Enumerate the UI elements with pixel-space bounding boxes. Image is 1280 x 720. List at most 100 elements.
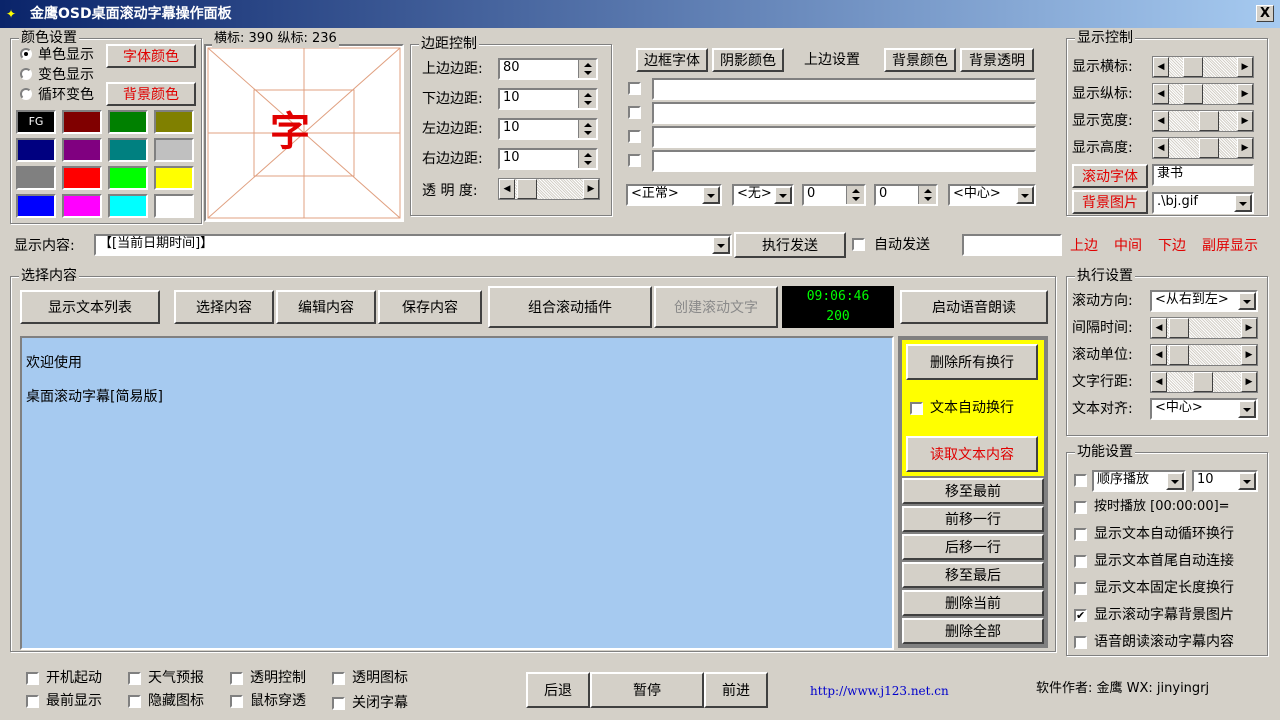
website-link[interactable]: http://www.j123.net.cn [810, 682, 949, 700]
line1-input[interactable] [652, 78, 1036, 100]
voice-read-button[interactable]: 启动语音朗读 [900, 290, 1048, 324]
order-num-select[interactable]: 10 [1192, 470, 1258, 492]
display-ht-right-arrow[interactable]: ▶ [1237, 138, 1253, 158]
display-v-left-arrow[interactable]: ◀ [1153, 84, 1169, 104]
topmost-checkbox[interactable] [26, 695, 39, 708]
opt3-checkbox[interactable] [1074, 582, 1087, 595]
scroll-dir-select[interactable]: <从右到左> [1150, 290, 1258, 312]
line2-input[interactable] [652, 102, 1036, 124]
scroll-unit-right-arrow[interactable]: ▶ [1241, 345, 1257, 365]
style-select[interactable]: <正常> [626, 184, 722, 206]
display-v-slider[interactable]: ◀ ▶ [1152, 83, 1254, 105]
line1-checkbox[interactable] [628, 82, 641, 95]
display-v-right-arrow[interactable]: ▶ [1237, 84, 1253, 104]
border-font-button[interactable]: 边框字体 [636, 48, 708, 72]
top-margin-input[interactable]: 80 [498, 58, 598, 80]
scroll-unit-left-arrow[interactable]: ◀ [1151, 345, 1167, 365]
shadow-color-button[interactable]: 阴影颜色 [712, 48, 784, 72]
show-text-list-button[interactable]: 显示文本列表 [20, 290, 160, 324]
color-swatch[interactable] [62, 166, 102, 190]
pos-mid-link[interactable]: 中间 [1114, 237, 1142, 255]
opt5-checkbox[interactable] [1074, 636, 1087, 649]
bg-color-effect-button[interactable]: 背景颜色 [884, 48, 956, 72]
scroll-dir-arrow[interactable] [1238, 292, 1256, 310]
color-swatch[interactable] [16, 138, 56, 162]
order-play-select[interactable]: 顺序播放 [1092, 470, 1186, 492]
order-play-arrow[interactable] [1166, 472, 1184, 490]
close-subtitle-checkbox[interactable] [332, 697, 345, 710]
color-swatch[interactable] [62, 194, 102, 218]
style-select-arrow[interactable] [702, 186, 720, 204]
opt4-checkbox[interactable]: ✔ [1074, 609, 1087, 622]
save-content-button[interactable]: 保存内容 [378, 290, 482, 324]
delete-all-button[interactable]: 删除全部 [902, 618, 1044, 644]
offset2-input[interactable]: 0 [874, 184, 938, 206]
line-spacing-right-arrow[interactable]: ▶ [1241, 372, 1257, 392]
combo-plugin-button[interactable]: 组合滚动插件 [488, 286, 652, 328]
pos-top-link[interactable]: 上边 [1070, 237, 1098, 255]
order-play-checkbox[interactable] [1074, 474, 1087, 487]
opacity-thumb[interactable] [517, 179, 537, 199]
forward-button[interactable]: 前进 [704, 672, 768, 708]
bottom-margin-input[interactable]: 10 [498, 88, 598, 110]
pos-bottom-link[interactable]: 下边 [1158, 237, 1186, 255]
color-swatch[interactable] [108, 110, 148, 134]
delete-current-button[interactable]: 删除当前 [902, 590, 1044, 616]
content-select[interactable]: 【[当前日期时间]】 [94, 234, 732, 256]
color-swatch[interactable] [154, 138, 194, 162]
scroll-font-button[interactable]: 滚动字体 [1072, 164, 1148, 188]
radio-cycle-color[interactable] [20, 88, 32, 100]
mouse-through-checkbox[interactable] [230, 695, 243, 708]
delete-newlines-button[interactable]: 删除所有换行 [906, 344, 1038, 380]
back-button[interactable]: 后退 [526, 672, 590, 708]
radio-single-color[interactable] [20, 48, 32, 60]
color-swatch[interactable] [16, 166, 56, 190]
order-num-arrow[interactable] [1238, 472, 1256, 490]
content-select-arrow[interactable] [712, 236, 730, 254]
line-spacing-thumb[interactable] [1193, 372, 1213, 392]
pos-sub-link[interactable]: 副屏显示 [1202, 237, 1258, 255]
color-swatch[interactable] [154, 166, 194, 190]
opacity-left-arrow[interactable]: ◀ [499, 179, 515, 199]
line2-checkbox[interactable] [628, 106, 641, 119]
display-w-right-arrow[interactable]: ▶ [1237, 111, 1253, 131]
color-swatch[interactable] [62, 138, 102, 162]
opt1-checkbox[interactable] [1074, 528, 1087, 541]
transparent-icon-checkbox[interactable] [332, 672, 345, 685]
bg-image-button[interactable]: 背景图片 [1072, 190, 1148, 214]
interval-slider[interactable]: ◀ ▶ [1150, 317, 1258, 339]
read-text-button[interactable]: 读取文本内容 [906, 436, 1038, 472]
color-swatch-fg[interactable]: FG [16, 110, 56, 134]
effect-select-arrow[interactable] [774, 186, 792, 204]
right-margin-input[interactable]: 10 [498, 148, 598, 170]
pause-button[interactable]: 暂停 [590, 672, 704, 708]
effect-select[interactable]: <无> [732, 184, 794, 206]
color-swatch[interactable] [108, 166, 148, 190]
scroll-unit-thumb[interactable] [1169, 345, 1189, 365]
weather-checkbox[interactable] [128, 672, 141, 685]
auto-wrap-checkbox[interactable] [910, 402, 923, 415]
display-ht-left-arrow[interactable]: ◀ [1153, 138, 1169, 158]
move-down-button[interactable]: 后移一行 [902, 534, 1044, 560]
color-swatch[interactable] [154, 110, 194, 134]
text-content-area[interactable]: 欢迎使用 桌面滚动字幕[简易版] [20, 336, 894, 650]
line-spacing-left-arrow[interactable]: ◀ [1151, 372, 1167, 392]
display-w-slider[interactable]: ◀ ▶ [1152, 110, 1254, 132]
line4-checkbox[interactable] [628, 154, 641, 167]
close-button[interactable]: X [1256, 5, 1274, 22]
line4-input[interactable] [652, 150, 1036, 172]
font-color-button[interactable]: 字体颜色 [106, 44, 196, 68]
position-select[interactable]: <中心> [948, 184, 1036, 206]
bg-color-button[interactable]: 背景颜色 [106, 82, 196, 106]
font-name-input[interactable]: 隶书 [1152, 164, 1254, 186]
interval-right-arrow[interactable]: ▶ [1241, 318, 1257, 338]
color-swatch[interactable] [108, 194, 148, 218]
transparent-ctrl-checkbox[interactable] [230, 672, 243, 685]
interval-left-arrow[interactable]: ◀ [1151, 318, 1167, 338]
display-ht-slider[interactable]: ◀ ▶ [1152, 137, 1254, 159]
top-margin-spinner[interactable] [578, 60, 596, 78]
scroll-unit-slider[interactable]: ◀ ▶ [1150, 344, 1258, 366]
bg-image-arrow[interactable] [1234, 194, 1252, 212]
bottom-margin-spinner[interactable] [578, 90, 596, 108]
offset1-spinner[interactable] [846, 186, 864, 204]
